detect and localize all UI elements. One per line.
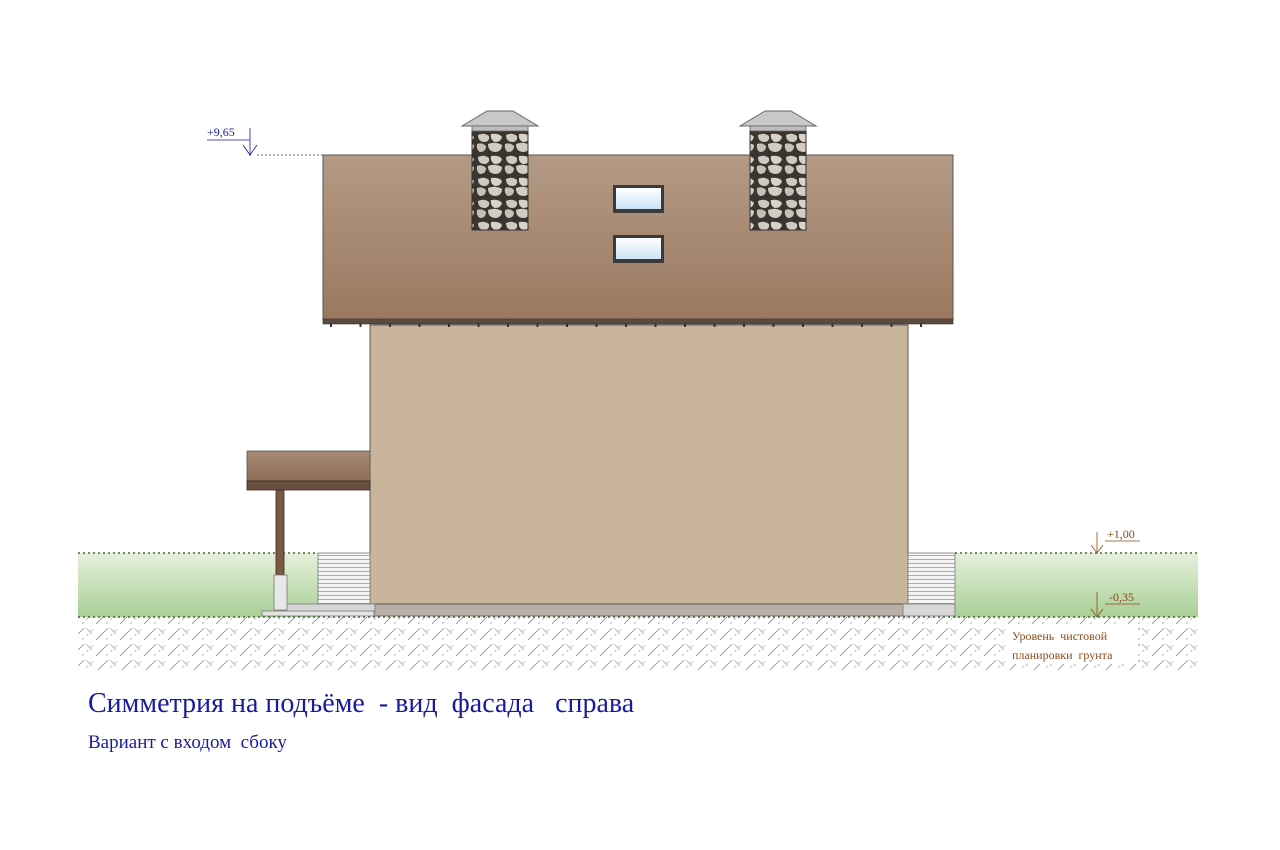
- drawing-subtitle: Вариант с входом сбоку: [88, 732, 287, 753]
- porch-post: [275, 489, 285, 576]
- roof-eave-brackets: [330, 323, 922, 327]
- porch-canopy: [246, 450, 371, 482]
- eave-bracket: [418, 323, 421, 327]
- eave-bracket: [566, 323, 568, 327]
- eave-bracket: [684, 323, 686, 327]
- eave-bracket: [448, 323, 450, 327]
- ridge-elevation-label: +9,65: [207, 125, 235, 139]
- ground-note-line1: Уровень чистовой: [1012, 629, 1108, 643]
- eave-bracket: [772, 323, 775, 327]
- roof-window-upper: [613, 185, 664, 213]
- eave-bracket: [477, 323, 480, 327]
- grass-right: [955, 553, 1198, 617]
- eave-bracket: [743, 323, 745, 327]
- eave-bracket: [802, 323, 804, 327]
- porch-canopy-fascia: [246, 480, 371, 491]
- porch-elevation-label: +1,00: [1107, 527, 1135, 541]
- eave-bracket: [654, 323, 657, 327]
- right-steps: [907, 552, 956, 605]
- porch-post-base: [273, 574, 288, 611]
- left-steps: [317, 552, 371, 605]
- plinth: [369, 602, 909, 617]
- left-step-pad: [261, 610, 375, 617]
- roof-window-lower: [613, 235, 664, 263]
- eave-bracket: [861, 323, 863, 327]
- ground-note-line2: планировки грунта: [1012, 648, 1113, 662]
- right-step-base: [902, 603, 956, 617]
- eave-bracket: [330, 323, 332, 327]
- chimney-left: [460, 110, 540, 231]
- eave-bracket: [389, 323, 391, 327]
- eave-bracket: [595, 323, 598, 327]
- elevation-mark-porch: +1,00: [1090, 527, 1140, 554]
- drawing-title: Симметрия на подъёме - вид фасада справа: [88, 688, 635, 719]
- facade-wall: [369, 324, 909, 605]
- eave-bracket: [359, 323, 362, 327]
- roof-eave: [322, 318, 954, 325]
- eave-bracket: [536, 323, 539, 327]
- facade-elevation-drawing: +9,65 +1,00 -0,35 Уровень чистовой плани…: [78, 110, 1198, 670]
- elevation-mark-ridge: +9,65: [207, 125, 323, 156]
- eave-bracket: [920, 323, 922, 327]
- eave-bracket: [507, 323, 509, 327]
- ground-elevation-label: -0,35: [1109, 590, 1134, 604]
- eave-bracket: [890, 323, 893, 327]
- eave-bracket: [831, 323, 834, 327]
- eave-bracket: [713, 323, 716, 327]
- eave-bracket: [625, 323, 627, 327]
- chimney-right: [738, 110, 818, 231]
